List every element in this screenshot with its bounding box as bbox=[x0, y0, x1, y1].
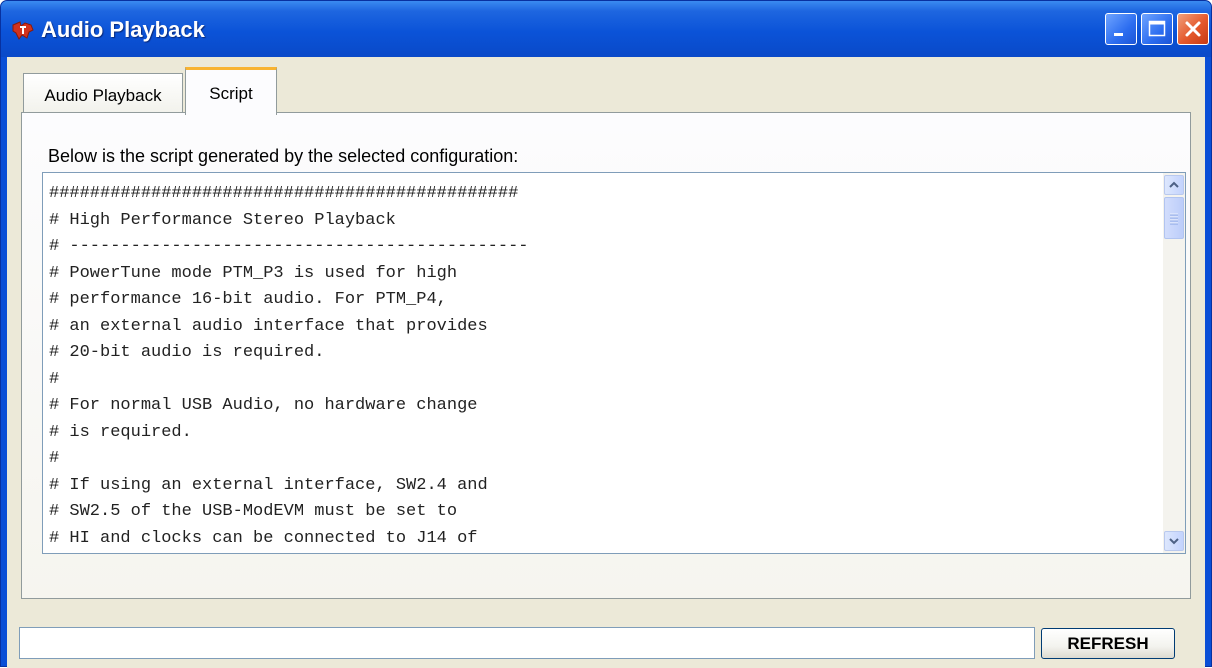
script-line: ########################################… bbox=[49, 184, 519, 203]
script-text: ########################################… bbox=[49, 181, 529, 553]
vertical-scrollbar[interactable] bbox=[1163, 173, 1185, 553]
tab-audio-playback[interactable]: Audio Playback bbox=[23, 73, 183, 113]
tab-label: Audio Playback bbox=[44, 86, 162, 105]
grip-icon bbox=[1170, 213, 1178, 225]
chevron-down-icon bbox=[1169, 538, 1179, 545]
script-textarea[interactable]: ########################################… bbox=[42, 172, 1186, 554]
script-line: # High Performance Stereo Playback bbox=[49, 210, 396, 230]
script-line: # PowerTune mode PTM_P3 is used for high bbox=[49, 263, 458, 283]
maximize-button[interactable] bbox=[1141, 13, 1173, 45]
script-line: # bbox=[49, 369, 60, 389]
status-field[interactable] bbox=[19, 627, 1035, 659]
minimize-icon bbox=[1114, 33, 1123, 36]
script-tab-panel: Below is the script generated by the sel… bbox=[21, 112, 1191, 599]
script-line: # the USB-ModEVM. bbox=[49, 552, 528, 553]
window-title: Audio Playback bbox=[41, 17, 205, 42]
client-area: Audio Playback Script Below is the scrip… bbox=[7, 57, 1205, 668]
script-line: # performance 16-bit audio. For PTM_P4, bbox=[49, 290, 447, 309]
maximize-icon bbox=[1148, 20, 1166, 37]
scroll-down-button[interactable] bbox=[1164, 531, 1184, 551]
script-line: # HI and clocks can be connected to J14 … bbox=[49, 528, 478, 548]
app-window: Audio Playback Audio Playback Script Bel bbox=[0, 0, 1212, 668]
tab-label: Script bbox=[209, 84, 253, 103]
minimize-button[interactable] bbox=[1105, 13, 1137, 45]
script-caption: Below is the script generated by the sel… bbox=[48, 146, 519, 166]
script-line: # SW2.5 of the USB-ModEVM must be set to bbox=[49, 502, 458, 521]
ti-logo-icon bbox=[11, 19, 35, 41]
script-line: # If using an external interface, SW2.4 … bbox=[49, 475, 488, 495]
script-line: # is required. bbox=[49, 422, 192, 442]
close-icon bbox=[1185, 21, 1201, 37]
script-line: # bbox=[49, 449, 60, 468]
script-line: # an external audio interface that provi… bbox=[49, 316, 488, 336]
tab-script[interactable]: Script bbox=[185, 67, 277, 115]
script-line: # 20-bit audio is required. bbox=[49, 343, 325, 362]
title-bar[interactable]: Audio Playback bbox=[1, 1, 1211, 57]
scroll-up-button[interactable] bbox=[1164, 175, 1184, 195]
close-button[interactable] bbox=[1177, 13, 1209, 45]
refresh-button[interactable]: REFRESH bbox=[1041, 628, 1175, 659]
scroll-thumb[interactable] bbox=[1164, 197, 1184, 239]
script-line: # For normal USB Audio, no hardware chan… bbox=[49, 396, 478, 415]
script-line: # --------------------------------------… bbox=[49, 237, 529, 256]
chevron-up-icon bbox=[1169, 181, 1179, 188]
